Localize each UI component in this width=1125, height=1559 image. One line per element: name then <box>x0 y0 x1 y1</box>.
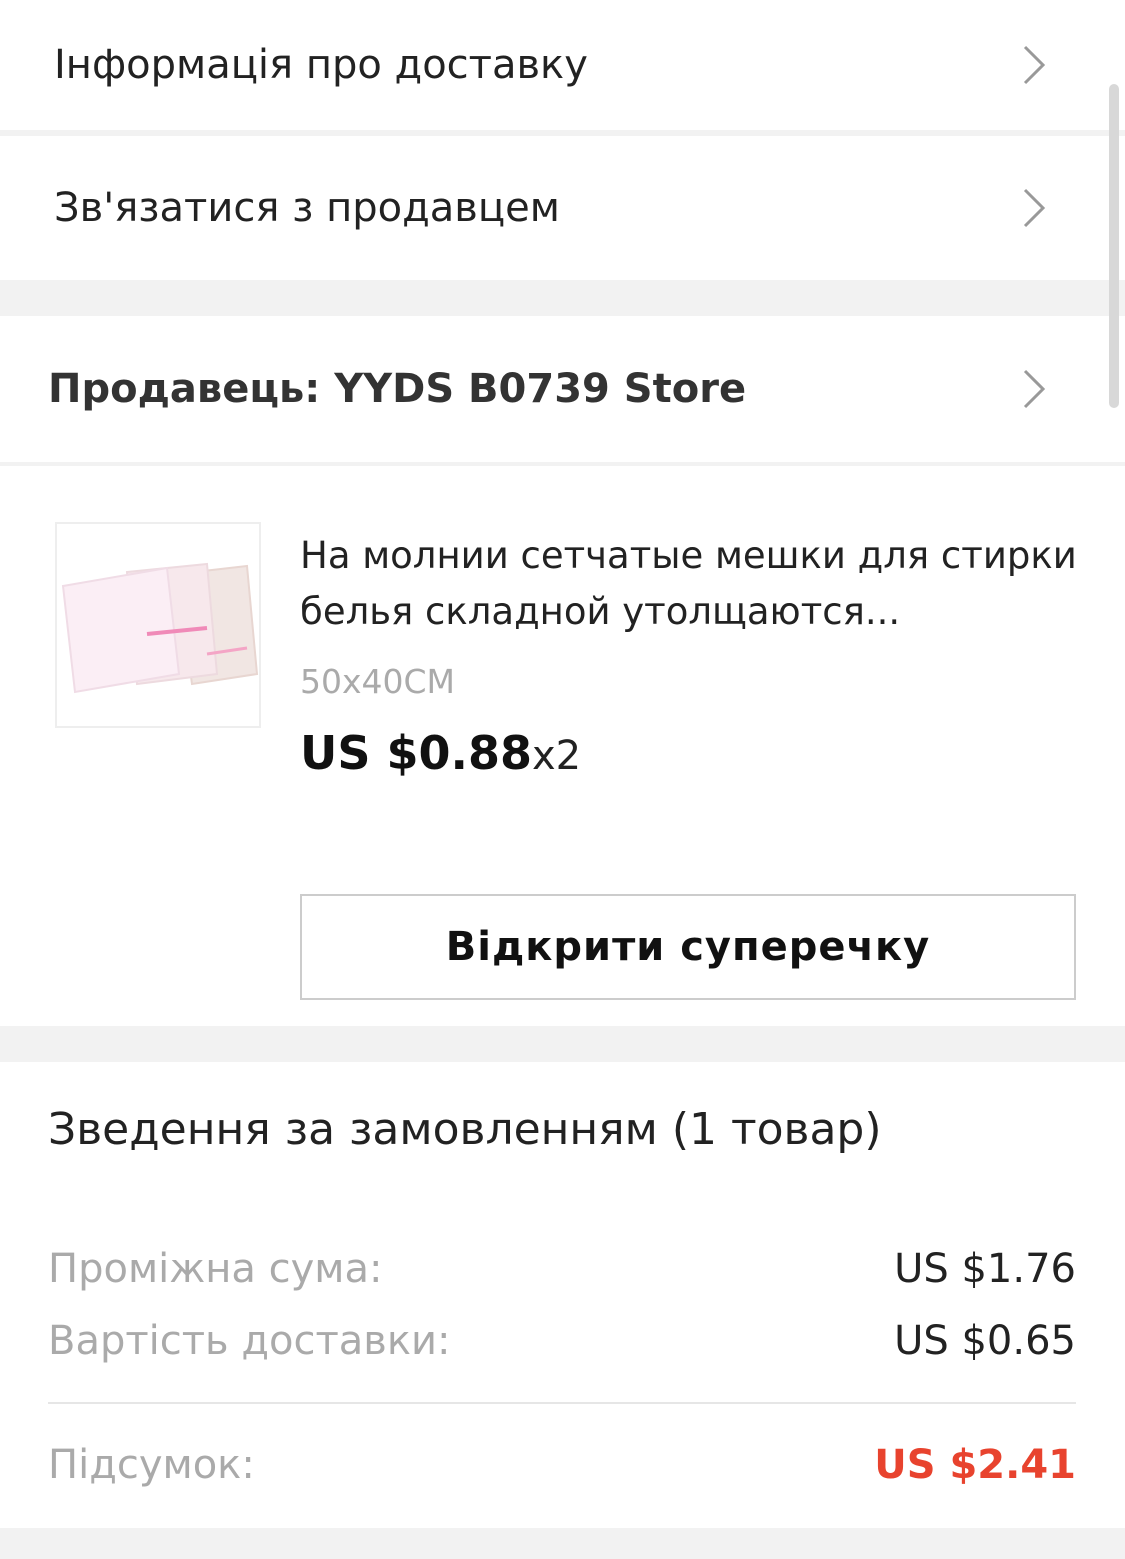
product-variant: 50x40CM <box>300 662 456 701</box>
product-price: US $0.88 <box>300 726 532 780</box>
shipping-label: Вартість доставки: <box>48 1318 451 1364</box>
total-label: Підсумок: <box>48 1442 255 1488</box>
delivery-info-label: Інформація про доставку <box>54 42 588 88</box>
product-quantity: x2 <box>532 733 582 779</box>
product-price-line: US $0.88x2 <box>300 726 581 780</box>
product-title[interactable]: На молнии сетчатые мешки для стирки бель… <box>300 528 1080 640</box>
shipping-value: US $0.65 <box>894 1318 1076 1364</box>
subtotal-label: Проміжна сума: <box>48 1246 383 1292</box>
seller-store-name: Продавець: YYDS B0739 Store <box>48 366 747 412</box>
seller-store-row[interactable]: Продавець: YYDS B0739 Store <box>0 316 1125 462</box>
chevron-right-icon <box>1015 45 1055 85</box>
delivery-info-row[interactable]: Інформація про доставку <box>0 0 1125 130</box>
order-product-card: На молнии сетчатые мешки для стирки бель… <box>0 466 1125 1026</box>
contact-seller-label: Зв'язатися з продавцем <box>54 185 560 231</box>
contact-seller-row[interactable]: Зв'язатися з продавцем <box>0 136 1125 280</box>
shipping-row: Вартість доставки: US $0.65 <box>48 1318 1076 1364</box>
chevron-right-icon <box>1015 188 1055 228</box>
scrollbar[interactable] <box>1109 84 1119 408</box>
chevron-right-icon <box>1015 369 1055 409</box>
order-summary-title: Зведення за замовленням (1 товар) <box>48 1104 882 1155</box>
product-thumbnail[interactable] <box>55 522 261 728</box>
open-dispute-button[interactable]: Відкрити суперечку <box>300 894 1076 1000</box>
total-row: Підсумок: US $2.41 <box>48 1442 1076 1488</box>
order-summary: Зведення за замовленням (1 товар) Проміж… <box>0 1062 1125 1528</box>
summary-divider <box>48 1402 1076 1404</box>
subtotal-row: Проміжна сума: US $1.76 <box>48 1246 1076 1292</box>
total-value: US $2.41 <box>874 1442 1076 1488</box>
subtotal-value: US $1.76 <box>894 1246 1076 1292</box>
